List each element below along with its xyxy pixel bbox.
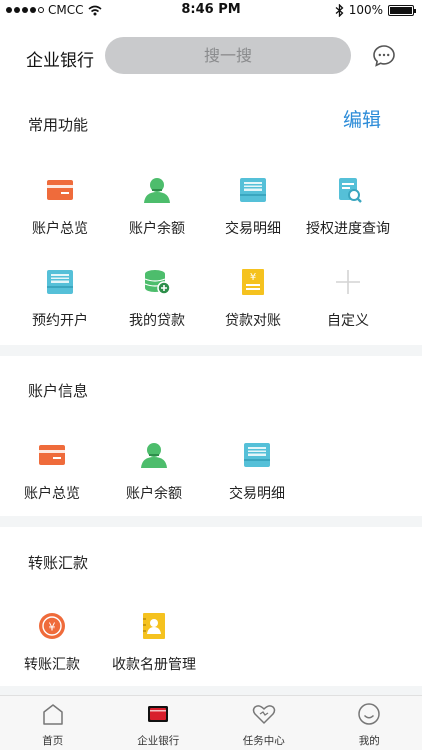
heart-icon xyxy=(252,705,275,724)
svg-text:¥: ¥ xyxy=(49,621,56,634)
tile-label: 账户总览 xyxy=(24,486,80,502)
transfer-icon: ¥ xyxy=(39,613,65,639)
tile-authorization-progress[interactable]: 授权进度查询 xyxy=(298,176,398,238)
edit-button[interactable]: 编辑 xyxy=(343,105,381,132)
tile-payee-book[interactable]: 收款名册管理 xyxy=(104,612,204,674)
tile-account-balance[interactable]: 账户余额 xyxy=(104,441,204,503)
section-divider xyxy=(0,516,422,527)
document-icon xyxy=(47,270,73,294)
tile-label: 账户余额 xyxy=(126,486,182,502)
person-icon xyxy=(141,443,167,468)
tab-label: 企业银行 xyxy=(137,735,180,747)
tab-bar: 首页 企业银行 任务中心 我的 xyxy=(0,695,422,750)
tile-account-balance[interactable]: 账户余额 xyxy=(107,176,207,238)
tab-task-center[interactable]: 任务中心 xyxy=(211,696,317,750)
tile-my-loans[interactable]: 我的贷款 xyxy=(107,268,207,330)
tile-label: 预约开户 xyxy=(32,313,88,329)
section-divider xyxy=(0,686,422,695)
common-section-title: 常用功能 xyxy=(28,116,89,134)
payee-book-icon xyxy=(143,613,165,639)
tile-label: 收款名册管理 xyxy=(112,657,196,673)
yuan-bill-icon: ¥ xyxy=(242,269,264,295)
tile-label: 交易明细 xyxy=(225,221,281,237)
tile-label: 账户总览 xyxy=(32,221,88,237)
page-title: 企业银行 xyxy=(26,51,94,71)
document-icon xyxy=(244,443,270,467)
transfer-section-title: 转账汇款 xyxy=(28,554,89,572)
tile-label: 账户余额 xyxy=(129,221,185,237)
tile-transaction-details[interactable]: 交易明细 xyxy=(203,176,303,238)
tile-label: 自定义 xyxy=(327,313,369,329)
bank-card-icon xyxy=(148,706,169,722)
tile-transfer[interactable]: ¥ 转账汇款 xyxy=(2,612,102,674)
tile-label: 交易明细 xyxy=(229,486,285,502)
message-icon[interactable] xyxy=(372,44,396,68)
plus-icon xyxy=(336,270,360,294)
tab-label: 任务中心 xyxy=(242,735,285,747)
tile-label: 授权进度查询 xyxy=(306,221,390,237)
status-bar: CMCC 8:46 PM 100% xyxy=(0,0,422,22)
tile-account-overview[interactable]: 账户总览 xyxy=(10,176,110,238)
search-document-icon xyxy=(339,178,362,203)
tab-label: 首页 xyxy=(42,735,64,747)
section-divider xyxy=(0,345,422,356)
coins-icon xyxy=(144,270,171,295)
tile-customize[interactable]: 自定义 xyxy=(298,268,398,330)
tab-label: 我的 xyxy=(358,735,380,747)
tab-mine[interactable]: 我的 xyxy=(317,696,422,750)
tab-enterprise-banking[interactable]: 企业银行 xyxy=(106,696,212,750)
smile-icon xyxy=(358,703,380,725)
battery-percent: 100% xyxy=(348,3,383,17)
tile-account-overview[interactable]: 账户总览 xyxy=(2,441,102,503)
tile-label: 转账汇款 xyxy=(24,657,80,673)
tab-home[interactable]: 首页 xyxy=(0,696,106,750)
tile-transaction-details[interactable]: 交易明细 xyxy=(207,441,307,503)
bluetooth-icon xyxy=(335,3,344,17)
search-input[interactable]: 搜一搜 xyxy=(105,37,351,74)
home-icon xyxy=(43,704,63,725)
tile-appointment-account[interactable]: 预约开户 xyxy=(10,268,110,330)
tile-label: 我的贷款 xyxy=(129,313,185,329)
header: 企业银行 搜一搜 xyxy=(0,22,422,90)
card-icon xyxy=(47,180,73,200)
account-info-section-title: 账户信息 xyxy=(28,382,89,400)
tile-loan-reconciliation[interactable]: ¥ 贷款对账 xyxy=(203,268,303,330)
person-icon xyxy=(144,178,170,203)
document-icon xyxy=(240,178,266,202)
tile-label: 贷款对账 xyxy=(225,313,281,329)
card-icon xyxy=(39,445,65,465)
battery-icon xyxy=(388,4,416,16)
svg-text:¥: ¥ xyxy=(250,272,256,283)
